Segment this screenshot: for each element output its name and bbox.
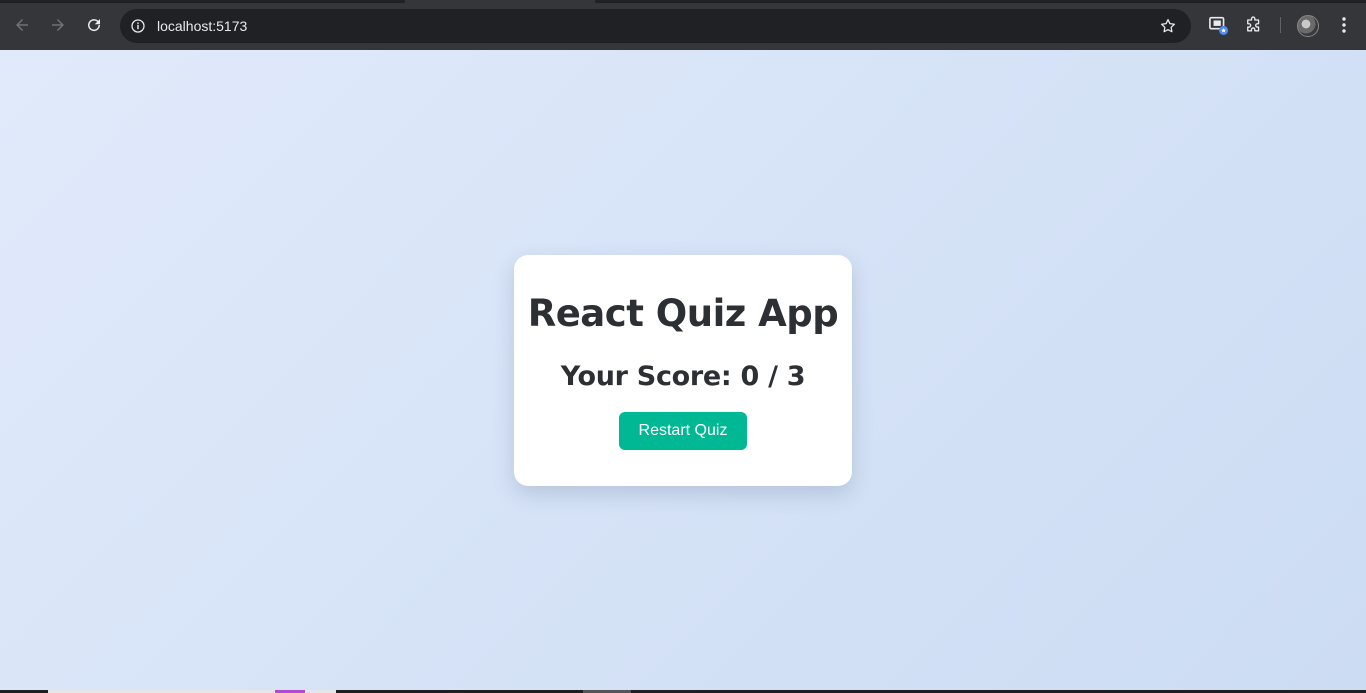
info-icon[interactable] xyxy=(129,17,147,35)
address-bar[interactable]: localhost:5173 xyxy=(120,9,1191,43)
quiz-result-card: React Quiz App Your Score: 0 / 3 Restart… xyxy=(514,255,852,486)
browser-toolbar: localhost:5173 xyxy=(0,0,1366,50)
star-icon[interactable] xyxy=(1159,17,1177,35)
restart-quiz-button[interactable]: Restart Quiz xyxy=(619,412,747,450)
tab-strip xyxy=(0,0,1366,3)
avatar[interactable] xyxy=(1297,15,1319,37)
score-text: Your Score: 0 / 3 xyxy=(560,361,806,392)
back-arrow-icon[interactable] xyxy=(10,13,34,37)
active-tab[interactable] xyxy=(405,0,595,3)
reload-icon[interactable] xyxy=(82,13,106,37)
toolbar-divider xyxy=(1280,17,1281,33)
url-text[interactable]: localhost:5173 xyxy=(157,18,247,34)
page-title: React Quiz App xyxy=(527,292,839,335)
puzzle-icon[interactable] xyxy=(1244,15,1264,35)
page-viewport: React Quiz App Your Score: 0 / 3 Restart… xyxy=(0,50,1366,690)
cast-icon[interactable] xyxy=(1209,15,1229,35)
forward-arrow-icon[interactable] xyxy=(46,13,70,37)
kebab-menu-icon[interactable] xyxy=(1334,15,1354,35)
